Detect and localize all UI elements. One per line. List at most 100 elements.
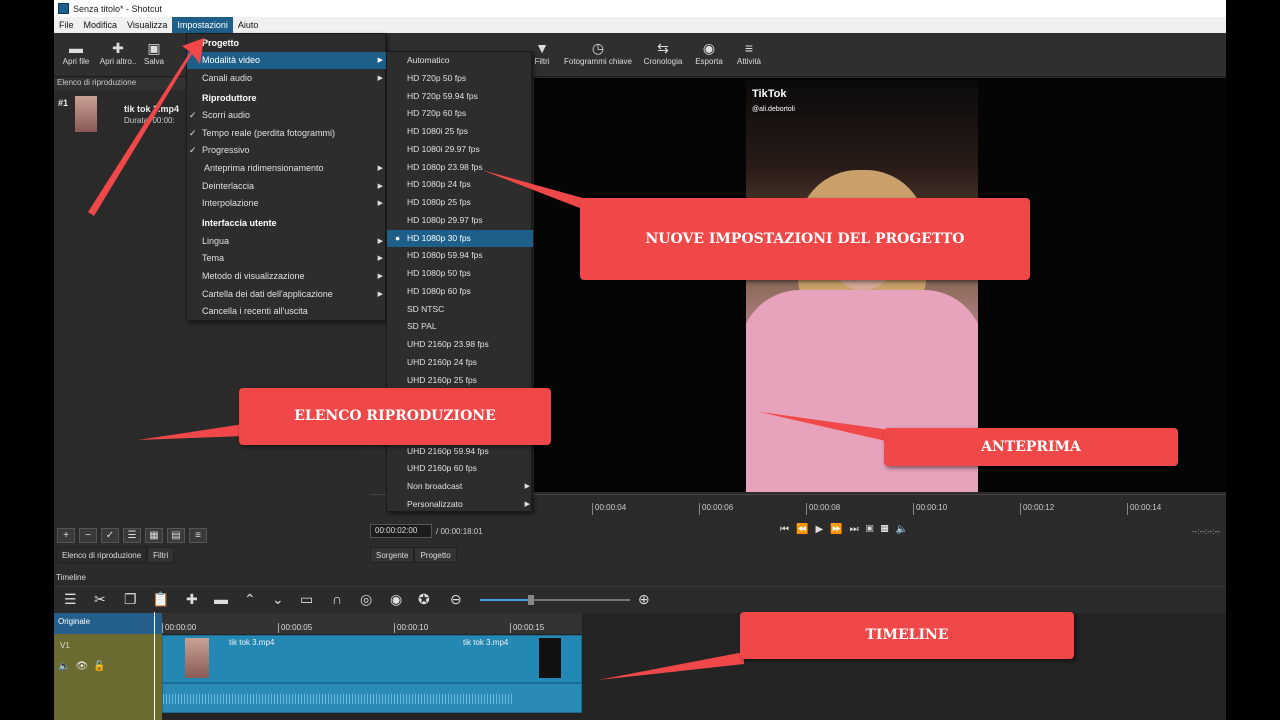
timeline-toolbar: ☰ ✂ ❐ 📋 ✚ ▬ ⌃ ⌄ ▭ ∩ ◎ ◉ ✪ ⊖ ⊕: [54, 586, 1226, 612]
video-mode-item-selected[interactable]: ● HD 1080p 30 fps: [387, 229, 533, 248]
ruler-tick: 00:00:06: [699, 503, 733, 515]
video-mode-item[interactable]: HD 720p 59.94 fps: [387, 88, 533, 106]
video-mode-item[interactable]: HD 1080i 25 fps: [387, 123, 533, 141]
history-icon: ⇆: [657, 40, 669, 56]
menu-item-clear-recent[interactable]: Cancella i recenti all'uscita: [187, 303, 387, 320]
icons-view-icon[interactable]: ▤: [167, 528, 185, 543]
track-original[interactable]: Originale: [54, 613, 162, 634]
details-view-icon[interactable]: ☰: [123, 528, 141, 543]
video-clip[interactable]: tik tok 3.mp4 tik tok 3.mp4: [162, 635, 582, 683]
menu-impostazioni[interactable]: Impostazioni: [172, 17, 233, 33]
scrub-icon[interactable]: ◎: [360, 591, 372, 608]
tiktok-logo: TikTok: [752, 88, 787, 100]
track-controls[interactable]: 🔈👁🔓: [58, 661, 111, 672]
lift-icon[interactable]: ⌃: [244, 591, 256, 608]
video-mode-item-custom[interactable]: Personalizzato ▶: [387, 496, 533, 514]
playlist-item-duration: Durata: 00:00:: [124, 116, 175, 125]
menu-item-theme[interactable]: Tema ▶: [187, 250, 387, 267]
menu-item-deinterlace[interactable]: Deinterlaccia ▶: [187, 178, 387, 195]
video-mode-item[interactable]: UHD 2160p 60 fps: [387, 460, 533, 478]
video-mode-item-non-broadcast[interactable]: Non broadcast ▶: [387, 478, 533, 496]
menu-icon[interactable]: ≡: [189, 528, 207, 543]
video-mode-item[interactable]: HD 720p 50 fps: [387, 70, 533, 88]
video-mode-item[interactable]: HD 1080p 29.97 fps: [387, 212, 533, 230]
menu-item-preview-scaling[interactable]: Anteprima ridimensionamento ▶: [187, 160, 387, 177]
video-mode-item[interactable]: HD 720p 60 fps: [387, 105, 533, 123]
timeline-ruler[interactable]: 00:00:00 00:00:05 00:00:10 00:00:15: [162, 613, 582, 634]
timeline-menu-icon[interactable]: ☰: [64, 591, 77, 608]
open-file-button[interactable]: ▬ Apri file: [56, 39, 96, 66]
menu-item-language[interactable]: Lingua ▶: [187, 233, 387, 250]
video-mode-item[interactable]: HD 1080p 60 fps: [387, 283, 533, 301]
save-icon: ▣: [147, 40, 161, 56]
menu-file[interactable]: File: [54, 17, 79, 33]
menu-item-data-folder[interactable]: Cartella dei dati dell'applicazione ▶: [187, 286, 387, 303]
timecode-input[interactable]: 00:00:02:00: [370, 524, 432, 538]
menu-item-display-method[interactable]: Metodo di visualizzazione ▶: [187, 268, 387, 285]
video-mode-item[interactable]: SD NTSC: [387, 301, 533, 319]
update-icon[interactable]: ✓: [101, 528, 119, 543]
keyframes-button[interactable]: ◷ Fotogrammi chiave: [560, 39, 636, 66]
remove-icon[interactable]: ▬: [214, 591, 228, 607]
remove-icon[interactable]: −: [79, 528, 97, 543]
menu-header-riproduttore: Riproduttore: [202, 93, 257, 103]
menu-item-video-mode[interactable]: Modalità video ▶: [187, 52, 387, 69]
split-icon[interactable]: ▭: [300, 591, 313, 608]
append-icon[interactable]: ✚: [186, 591, 198, 608]
zoom-slider-handle[interactable]: [528, 595, 534, 605]
video-mode-item[interactable]: UHD 2160p 23.98 fps: [387, 336, 533, 354]
waveform: [163, 694, 513, 704]
export-button[interactable]: ◉ Esporta: [690, 39, 728, 66]
menu-item-progressive[interactable]: ✓ Progressivo: [187, 142, 387, 159]
ripple-icon[interactable]: ◉: [390, 591, 402, 608]
ripple-all-icon[interactable]: ✪: [418, 591, 430, 608]
save-button[interactable]: ▣ Salva: [136, 39, 172, 66]
zoom-slider[interactable]: [480, 595, 630, 605]
zoom-in-icon[interactable]: ⊕: [638, 591, 650, 608]
ruler-tick: 00:00:12: [1020, 503, 1054, 515]
clip-end-thumbnail: [539, 638, 561, 678]
add-icon[interactable]: +: [57, 528, 75, 543]
tab-filters[interactable]: Filtri: [147, 547, 175, 563]
menu-aiuto[interactable]: Aiuto: [233, 17, 264, 33]
timeline-playhead[interactable]: [154, 612, 155, 720]
video-mode-item[interactable]: Automatico: [387, 52, 533, 70]
video-mode-item[interactable]: UHD 2160p 25 fps: [387, 372, 533, 390]
video-mode-item[interactable]: HD 1080p 25 fps: [387, 194, 533, 212]
video-mode-item[interactable]: HD 1080i 29.97 fps: [387, 141, 533, 159]
video-mode-item[interactable]: HD 1080p 24 fps: [387, 176, 533, 194]
copy-icon[interactable]: ❐: [124, 591, 137, 608]
arrow-right-icon: ▶: [377, 165, 383, 172]
tab-project[interactable]: Progetto: [414, 547, 457, 563]
open-other-button[interactable]: ✚ Apri altro..: [98, 39, 138, 66]
arrow-right-icon: ▶: [377, 57, 383, 64]
tab-source[interactable]: Sorgente: [370, 547, 415, 563]
snap-icon[interactable]: ∩: [332, 591, 342, 607]
timeline-tick: 00:00:05: [278, 623, 312, 633]
video-mode-item[interactable]: HD 1080p 23.98 fps: [387, 159, 533, 177]
history-button[interactable]: ⇆ Cronologia: [640, 39, 686, 66]
video-mode-item[interactable]: HD 1080p 59.94 fps: [387, 247, 533, 265]
video-mode-item[interactable]: SD PAL: [387, 318, 533, 336]
menu-item-realtime[interactable]: ✓ Tempo reale (perdita fotogrammi): [187, 125, 387, 142]
video-mode-item[interactable]: UHD 2160p 24 fps: [387, 354, 533, 372]
menu-item-scrub-audio[interactable]: ✓ Scorri audio: [187, 107, 387, 124]
open-other-icon: ✚: [112, 40, 124, 56]
video-mode-item[interactable]: UHD 2160p 59.94 fps: [387, 443, 533, 461]
paste-icon[interactable]: 📋: [152, 591, 169, 608]
cut-icon[interactable]: ✂: [94, 591, 106, 608]
menu-item-interpolation[interactable]: Interpolazione ▶: [187, 195, 387, 212]
audio-waveform[interactable]: [162, 683, 582, 713]
playback-controls[interactable]: ⏮⏪▶⏩⏭▣▦🔈: [780, 524, 915, 535]
menu-item-audio-channels[interactable]: Canali audio ▶: [187, 70, 387, 87]
jobs-button[interactable]: ≡ Attività: [730, 39, 768, 66]
tiles-view-icon[interactable]: ▦: [145, 528, 163, 543]
overwrite-icon[interactable]: ⌄: [272, 591, 284, 608]
menu-visualizza[interactable]: Visualizza: [122, 17, 172, 33]
preview-tabs: Sorgente Progetto: [370, 547, 457, 563]
tab-playlist[interactable]: Elenco di riproduzione: [56, 547, 148, 563]
video-mode-item[interactable]: HD 1080p 50 fps: [387, 265, 533, 283]
zoom-out-icon[interactable]: ⊖: [450, 591, 462, 608]
menu-modifica[interactable]: Modifica: [79, 17, 123, 33]
tiktok-handle: @ali.debortoli: [752, 106, 795, 113]
